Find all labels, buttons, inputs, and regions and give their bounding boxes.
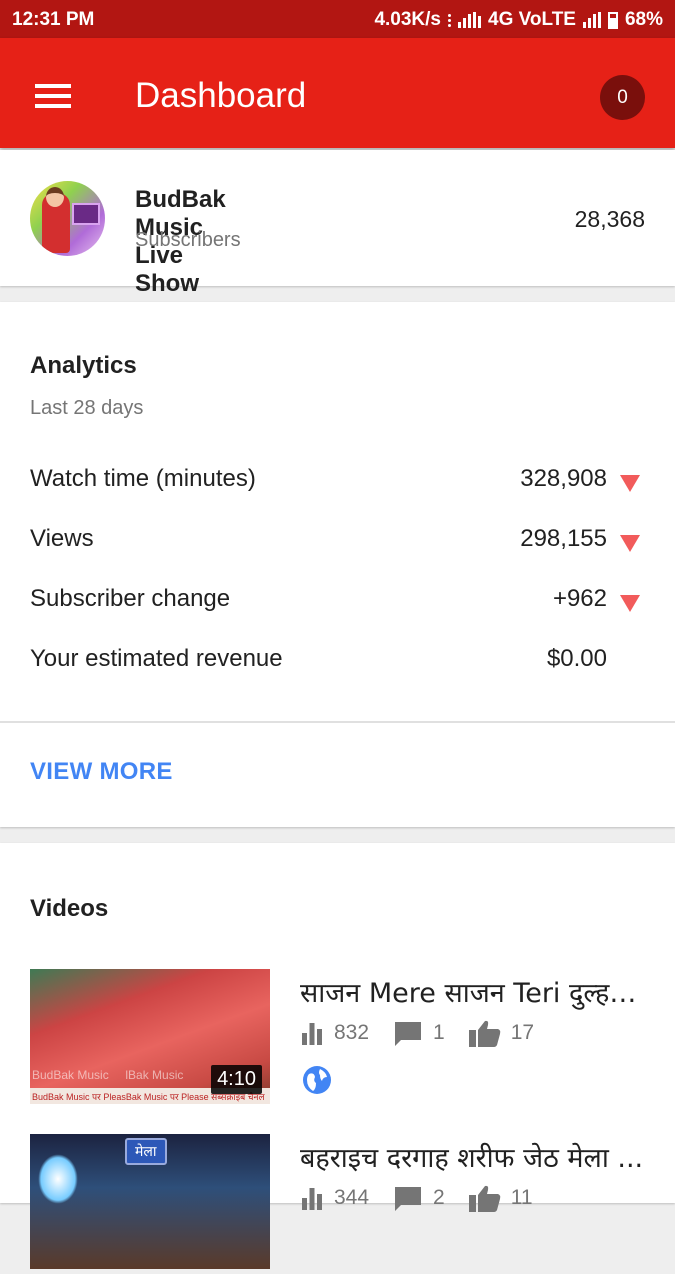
- likes-stat: 11: [468, 1184, 533, 1212]
- subscribers-count: 28,368: [574, 206, 645, 232]
- video-title[interactable]: बहराइच दरगाह शरीफ जेठ मेला ...: [300, 1138, 645, 1175]
- view-more-button[interactable]: VIEW MORE: [30, 758, 173, 786]
- metric-label: Subscriber change: [30, 585, 231, 612]
- bar-chart-icon: [302, 1023, 322, 1045]
- video-duration: 4:10: [211, 1065, 262, 1094]
- analytics-period: Last 28 days: [30, 397, 144, 419]
- comments-stat: 1: [393, 1020, 445, 1046]
- trend-down-icon: [620, 595, 640, 612]
- video-title[interactable]: साजन Mere साजन Teri दुल्हन ...: [300, 973, 645, 1010]
- comment-icon: [395, 1022, 422, 1046]
- metric-watch-time: Watch time (minutes) 328,908: [0, 465, 675, 505]
- views-count: 832: [334, 1021, 370, 1044]
- videos-title: Videos: [30, 895, 109, 922]
- views-stat: 344: [300, 1186, 369, 1210]
- video-item[interactable]: मेला बहराइच दरगाह शरीफ जेठ मेला ... 344 …: [0, 1134, 675, 1274]
- metric-value: $0.00: [546, 645, 607, 672]
- thumbnail-text: मेला: [125, 1138, 167, 1165]
- comments-count: 2: [433, 1186, 445, 1209]
- likes-count: 17: [510, 1021, 535, 1044]
- videos-card: Videos BudBak Music lBak Music BudBak Mu…: [0, 843, 675, 1269]
- metric-label: Your estimated revenue: [30, 645, 283, 672]
- video-stats: 832 1 17: [300, 1019, 558, 1047]
- analytics-card: Analytics Last 28 days Watch time (minut…: [0, 302, 675, 827]
- thumbnail-watermark: BudBak Music lBak Music: [32, 1068, 184, 1082]
- metric-revenue: Your estimated revenue $0.00: [0, 645, 675, 685]
- thumbs-up-icon: [468, 1185, 500, 1212]
- metric-value: 298,155: [520, 525, 607, 552]
- metric-views: Views 298,155: [0, 525, 675, 565]
- metric-value: +962: [552, 585, 607, 612]
- comment-icon: [395, 1187, 422, 1211]
- trend-down-icon: [620, 475, 640, 492]
- thumbs-up-icon: [468, 1020, 500, 1047]
- comments-count: 1: [433, 1021, 445, 1044]
- views-stat: 832: [300, 1021, 369, 1045]
- subscribers-label: Subscribers: [135, 229, 241, 251]
- trend-down-icon: [620, 535, 640, 552]
- metric-value: 328,908: [520, 465, 607, 492]
- channel-avatar: [30, 181, 105, 256]
- views-count: 344: [334, 1186, 370, 1209]
- analytics-title: Analytics: [30, 352, 137, 379]
- likes-count: 11: [510, 1186, 533, 1209]
- video-item[interactable]: BudBak Music lBak Music BudBak Music पर …: [0, 969, 675, 1109]
- metric-subscriber-change: Subscriber change +962: [0, 585, 675, 625]
- video-thumbnail[interactable]: मेला: [30, 1134, 270, 1269]
- likes-stat: 17: [468, 1019, 535, 1047]
- divider: [0, 721, 675, 723]
- metric-label: Views: [30, 525, 94, 552]
- comments-stat: 2: [393, 1185, 445, 1211]
- bar-chart-icon: [302, 1188, 322, 1210]
- metric-label: Watch time (minutes): [30, 465, 256, 492]
- video-thumbnail[interactable]: BudBak Music lBak Music BudBak Music पर …: [30, 969, 270, 1104]
- video-stats: 344 2 11: [300, 1184, 557, 1212]
- public-globe-icon: [303, 1066, 331, 1094]
- thumbnail-light: [38, 1154, 78, 1204]
